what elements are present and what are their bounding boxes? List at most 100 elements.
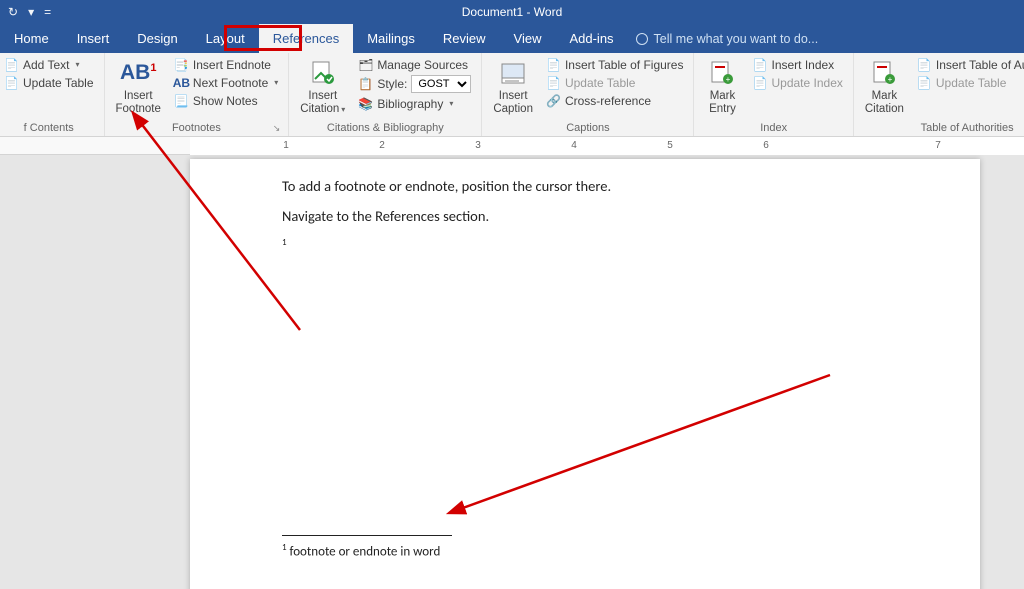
tab-mailings[interactable]: Mailings <box>353 24 429 53</box>
ruler-num-7: 7 <box>935 140 941 151</box>
ruler-num-3: 3 <box>475 140 481 151</box>
footnotes-dialog-launcher[interactable]: ↘ <box>273 123 281 134</box>
tab-references[interactable]: References <box>259 24 353 53</box>
group-table-of-contents: 📄 Add Text▾ 📄 Update Table f Contents <box>0 53 105 136</box>
tof-icon: 📄 <box>546 57 561 72</box>
group-label-index: Index <box>700 122 846 136</box>
insert-index-button[interactable]: 📄 Insert Index <box>748 56 846 73</box>
mark-citation-button[interactable]: + Mark Citation <box>860 56 909 115</box>
ruler-num-5: 5 <box>667 140 673 151</box>
footnote-ref-1: 1 <box>282 237 287 248</box>
crossref-icon: 🔗 <box>546 93 561 108</box>
update-index-label: Update Index <box>771 76 842 90</box>
doc-paragraph-2[interactable]: Navigate to the References section. <box>282 207 888 225</box>
update-toa-icon: 📄 <box>917 75 932 90</box>
tell-me-search[interactable]: Tell me what you want to do... <box>636 24 819 53</box>
group-index: + Mark Entry 📄 Insert Index 📄 Update Ind… <box>694 53 853 136</box>
insert-tof-label: Insert Table of Figures <box>565 58 684 72</box>
ribbon-tabs: Home Insert Design Layout References Mai… <box>0 24 1024 53</box>
update-index-icon: 📄 <box>752 75 767 90</box>
mark-entry-icon: + <box>707 58 737 88</box>
next-footnote-icon: AB <box>174 75 189 90</box>
group-label-captions: Captions <box>488 122 687 136</box>
group-citations: Insert Citation▾ 🗂 Manage Sources 📋 Styl… <box>289 53 482 136</box>
mark-citation-icon: + <box>869 58 899 88</box>
insert-toa-label: Insert Table of Authorities <box>936 58 1024 72</box>
doc-paragraph-3[interactable]: 1 <box>282 237 888 255</box>
horizontal-ruler[interactable]: 1 2 3 4 5 6 7 <box>190 137 1024 155</box>
insert-index-icon: 📄 <box>752 57 767 72</box>
mark-citation-l1: Mark <box>872 90 898 103</box>
lightbulb-icon <box>636 33 648 45</box>
mark-citation-l2: Citation <box>865 103 904 116</box>
tab-view[interactable]: View <box>500 24 556 53</box>
caption-icon <box>498 58 528 88</box>
insert-caption-button[interactable]: Insert Caption <box>488 56 538 115</box>
cross-reference-button[interactable]: 🔗 Cross-reference <box>542 92 688 109</box>
group-captions: Insert Caption 📄 Insert Table of Figures… <box>482 53 694 136</box>
update-toa-button[interactable]: 📄 Update Table <box>913 74 1024 91</box>
ruler-num-6: 6 <box>763 140 769 151</box>
update-index-button[interactable]: 📄 Update Index <box>748 74 846 91</box>
bibliography-label: Bibliography <box>377 97 443 111</box>
insert-tof-button[interactable]: 📄 Insert Table of Figures <box>542 56 688 73</box>
group-label-citations: Citations & Bibliography <box>295 122 475 136</box>
tab-design[interactable]: Design <box>123 24 191 53</box>
document-icon: 📄 <box>4 57 19 72</box>
ruler-num-4: 4 <box>571 140 577 151</box>
insert-toa-button[interactable]: 📄 Insert Table of Authorities <box>913 56 1024 73</box>
insert-endnote-button[interactable]: 📑 Insert Endnote <box>170 56 282 73</box>
title-bar: ↻ ▾ = Document1 - Word <box>0 0 1024 24</box>
qat-dropdown-icon[interactable]: ▾ <box>28 5 34 19</box>
qat-equals-icon[interactable]: = <box>44 5 51 19</box>
endnote-icon: 📑 <box>174 57 189 72</box>
next-footnote-label: Next Footnote <box>193 76 268 90</box>
style-dropdown[interactable]: GOST - T <box>411 75 471 93</box>
footnote-separator <box>282 535 452 536</box>
add-text-button[interactable]: 📄 Add Text▾ <box>0 56 98 73</box>
footnote-ab-icon: AB1 <box>123 58 153 88</box>
add-text-label: Add Text <box>23 58 69 72</box>
tab-layout[interactable]: Layout <box>192 24 259 53</box>
bibliography-icon: 📚 <box>358 96 373 111</box>
document-area: To add a footnote or endnote, position t… <box>0 155 1024 589</box>
group-toa: + Mark Citation 📄 Insert Table of Author… <box>854 53 1024 136</box>
insert-citation-button[interactable]: Insert Citation▾ <box>295 56 350 115</box>
bibliography-button[interactable]: 📚 Bibliography▾ <box>354 95 475 112</box>
insert-caption-l1: Insert <box>499 90 528 103</box>
update-captions-button[interactable]: 📄 Update Table <box>542 74 688 91</box>
group-label-toc: f Contents <box>0 122 98 136</box>
update-table-button[interactable]: 📄 Update Table <box>0 74 98 91</box>
insert-endnote-label: Insert Endnote <box>193 58 271 72</box>
quick-access-toolbar: ↻ ▾ = <box>0 5 51 19</box>
document-page[interactable]: To add a footnote or endnote, position t… <box>190 159 980 589</box>
qat-refresh-icon[interactable]: ↻ <box>8 5 18 19</box>
update-icon: 📄 <box>4 75 19 90</box>
update-toa-label: Update Table <box>936 76 1007 90</box>
footnote-body: footnote or endnote in word <box>287 544 441 559</box>
style-selector[interactable]: 📋 Style: GOST - T <box>354 74 475 94</box>
tab-home[interactable]: Home <box>0 24 63 53</box>
tab-addins[interactable]: Add-ins <box>555 24 627 53</box>
citation-icon <box>308 58 338 88</box>
group-label-footnotes: Footnotes ↘ <box>111 122 283 136</box>
tab-review[interactable]: Review <box>429 24 500 53</box>
mark-entry-l1: Mark <box>710 90 736 103</box>
insert-footnote-button[interactable]: AB1 Insert Footnote <box>111 56 166 115</box>
mark-entry-button[interactable]: + Mark Entry <box>700 56 744 115</box>
show-notes-button[interactable]: 📃 Show Notes <box>170 92 282 109</box>
update-table-label: Update Table <box>23 76 94 90</box>
tell-me-text: Tell me what you want to do... <box>654 32 819 46</box>
insert-footnote-label1: Insert <box>124 90 153 103</box>
doc-paragraph-1[interactable]: To add a footnote or endnote, position t… <box>282 177 888 195</box>
insert-footnote-label2: Footnote <box>116 103 161 116</box>
style-icon: 📋 <box>358 77 373 92</box>
update-captions-label: Update Table <box>565 76 636 90</box>
next-footnote-button[interactable]: AB Next Footnote▾ <box>170 74 282 91</box>
tab-insert[interactable]: Insert <box>63 24 124 53</box>
insert-citation-l2: Citation▾ <box>300 103 345 116</box>
style-label: Style: <box>377 77 407 91</box>
show-notes-icon: 📃 <box>174 93 189 108</box>
footnote-text-1[interactable]: 1 footnote or endnote in word <box>282 542 888 559</box>
manage-sources-button[interactable]: 🗂 Manage Sources <box>354 56 475 73</box>
